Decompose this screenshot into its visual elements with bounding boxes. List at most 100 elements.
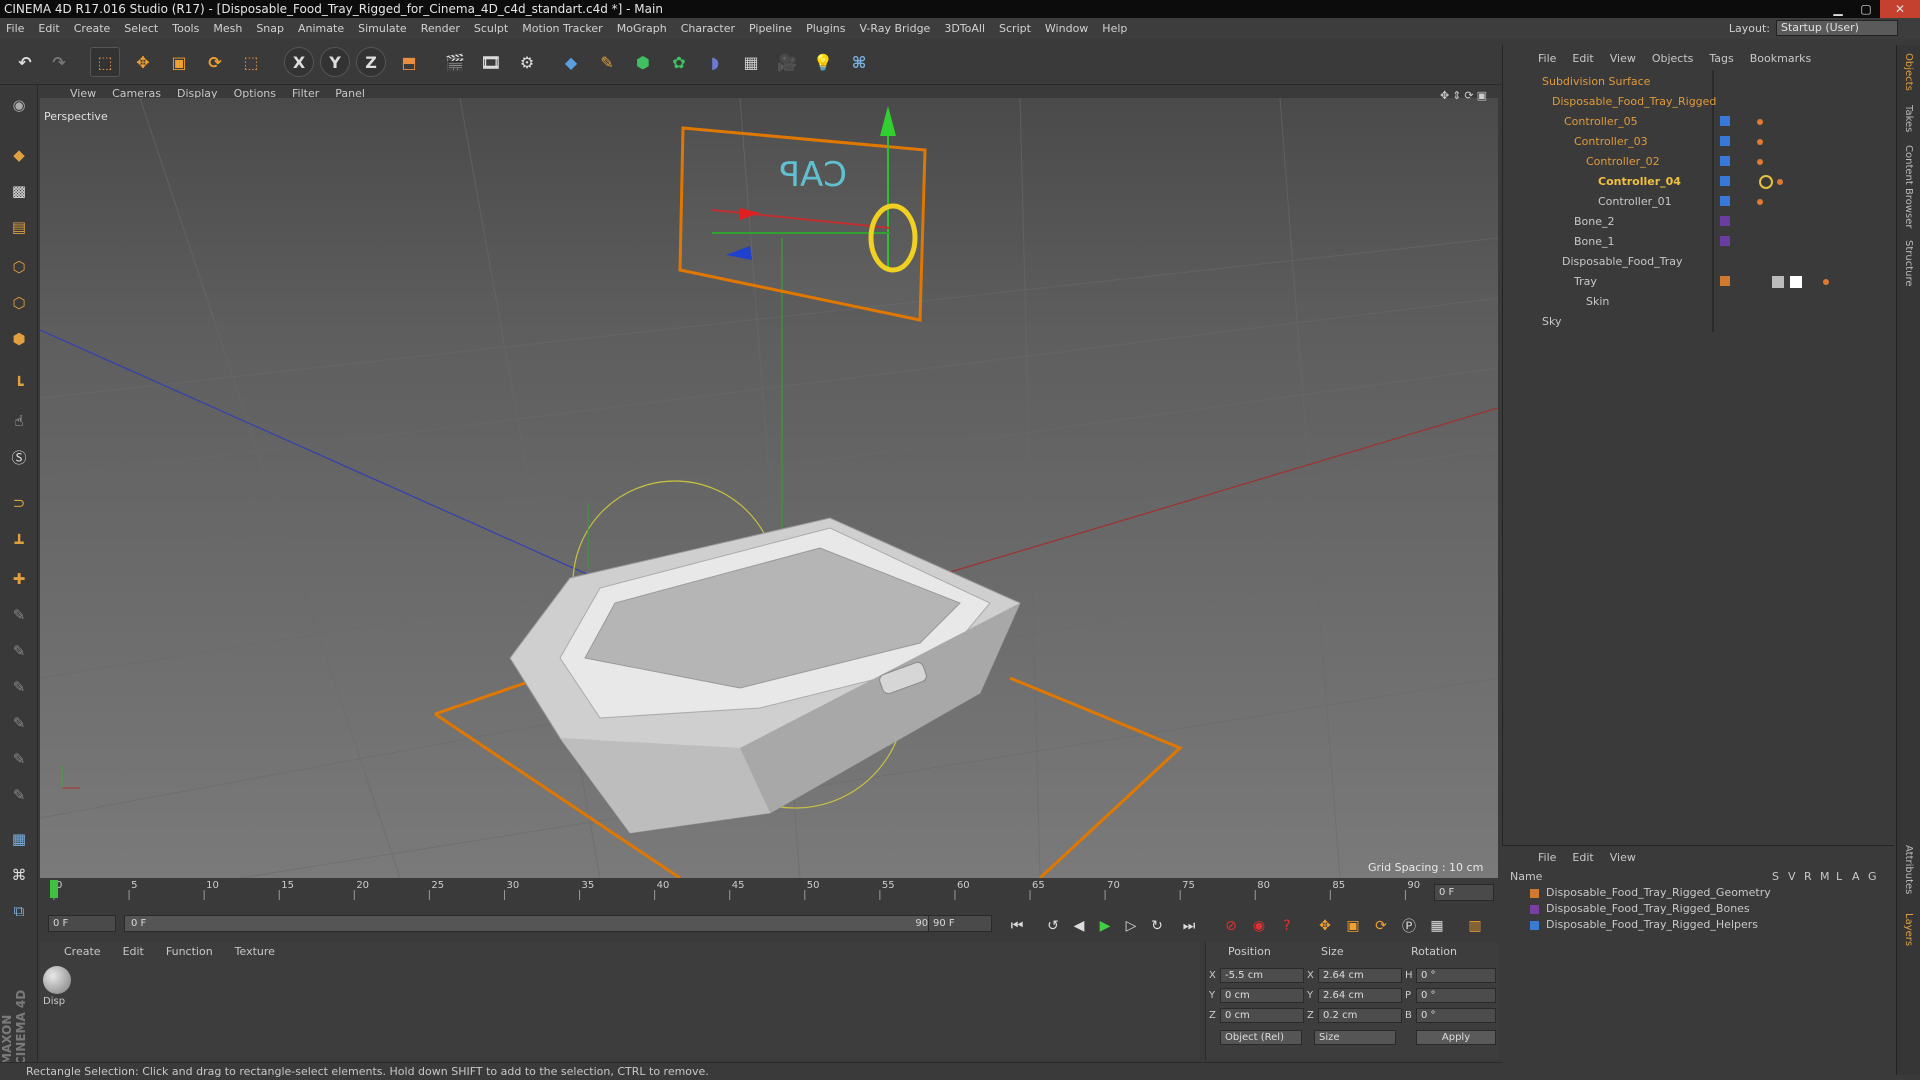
points-mode-icon[interactable]: ⬡: [4, 253, 34, 281]
layout-dropdown[interactable]: Startup (User): [1776, 20, 1898, 36]
model-mode-icon[interactable]: ◆: [4, 141, 34, 169]
timeline-window-icon[interactable]: ▥: [1464, 915, 1486, 937]
key-rotation-icon[interactable]: ⟳: [1370, 915, 1392, 937]
menu-mesh[interactable]: Mesh: [213, 22, 242, 35]
edges-mode-icon[interactable]: ⬡: [4, 289, 34, 317]
maximize-icon[interactable]: ▢: [1852, 0, 1880, 18]
workplane-icon[interactable]: ▤: [4, 213, 34, 241]
magnet-icon[interactable]: ⊃: [4, 489, 34, 517]
rot-h-field[interactable]: 0 °: [1416, 968, 1496, 983]
menu-vray-bridge[interactable]: V-Ray Bridge: [859, 22, 930, 35]
material-menu-function[interactable]: Function: [166, 945, 213, 958]
current-frame-field[interactable]: 0 F: [1434, 884, 1494, 901]
material-menu-edit[interactable]: Edit: [123, 945, 144, 958]
menu-file[interactable]: File: [6, 22, 24, 35]
last-tool-icon[interactable]: ⬚: [236, 47, 266, 77]
menu-animate[interactable]: Animate: [298, 22, 344, 35]
floor-icon[interactable]: ▦: [736, 47, 766, 77]
rotate-icon[interactable]: ⟳: [200, 47, 230, 77]
key-pla-icon[interactable]: ▦: [1426, 915, 1448, 937]
menu-motion-tracker[interactable]: Motion Tracker: [522, 22, 602, 35]
render-picture-viewer-icon[interactable]: 🎞: [476, 47, 506, 77]
end-frame-field[interactable]: 90 F: [928, 915, 992, 932]
python-script-icon[interactable]: ⧉: [4, 897, 34, 925]
menu-3dtoall[interactable]: 3DToAll: [944, 22, 985, 35]
light-icon[interactable]: 💡: [808, 47, 838, 77]
paint-tool-5-icon[interactable]: ✎: [4, 745, 34, 773]
render-settings-icon[interactable]: ⚙: [512, 47, 542, 77]
goto-end-icon[interactable]: ⏭: [1178, 915, 1200, 937]
apply-button[interactable]: Apply: [1416, 1030, 1496, 1045]
material-menu-create[interactable]: Create: [64, 945, 101, 958]
paint-tool-2-icon[interactable]: ✎: [4, 637, 34, 665]
material-menu-texture[interactable]: Texture: [235, 945, 275, 958]
start-frame-field[interactable]: 0 F: [48, 915, 116, 932]
snap-icon[interactable]: Ⓢ: [4, 443, 34, 471]
camera-icon[interactable]: 🎥: [772, 47, 802, 77]
next-frame-icon[interactable]: ▷: [1120, 915, 1142, 937]
objmgr-menu-bookmarks[interactable]: Bookmarks: [1750, 52, 1811, 65]
scale-icon[interactable]: ▣: [164, 47, 194, 77]
previous-frame-icon[interactable]: ◀: [1068, 915, 1090, 937]
layer-menu-edit[interactable]: Edit: [1572, 851, 1593, 864]
render-view-icon[interactable]: 🎬: [440, 47, 470, 77]
deformer-icon[interactable]: ◗: [700, 47, 730, 77]
redo-icon[interactable]: ↷: [44, 47, 74, 77]
menu-create[interactable]: Create: [74, 22, 111, 35]
objmgr-menu-view[interactable]: View: [1610, 52, 1636, 65]
quick-axis-icon[interactable]: ┻: [4, 529, 34, 557]
layer-row[interactable]: Disposable_Food_Tray_Rigged_Helpers: [1506, 917, 1886, 933]
tab-objects[interactable]: Objects: [1903, 53, 1914, 91]
menu-help[interactable]: Help: [1102, 22, 1127, 35]
size-x-field[interactable]: 2.64 cm: [1318, 968, 1402, 983]
undo-icon[interactable]: ↶: [10, 47, 40, 77]
menu-pipeline[interactable]: Pipeline: [749, 22, 792, 35]
subdivision-icon[interactable]: ⬢: [628, 47, 658, 77]
menu-mograph[interactable]: MoGraph: [617, 22, 667, 35]
rectangle-selection-icon[interactable]: ⬚: [90, 47, 120, 77]
python-generator-icon[interactable]: ⌘: [4, 861, 34, 889]
size-mode-dropdown[interactable]: Size: [1314, 1030, 1396, 1045]
z-axis-icon[interactable]: Z: [356, 47, 386, 77]
menu-select[interactable]: Select: [124, 22, 158, 35]
rot-p-field[interactable]: 0 °: [1416, 988, 1496, 1003]
close-icon[interactable]: ✕: [1880, 0, 1920, 18]
tab-takes[interactable]: Takes: [1903, 105, 1914, 132]
menu-character[interactable]: Character: [681, 22, 735, 35]
pos-z-field[interactable]: 0 cm: [1220, 1008, 1304, 1023]
menu-sculpt[interactable]: Sculpt: [474, 22, 508, 35]
layer-menu-view[interactable]: View: [1610, 851, 1636, 864]
record-icon[interactable]: ⊘: [1220, 915, 1242, 937]
cube-icon[interactable]: ◆: [556, 47, 586, 77]
tab-structure[interactable]: Structure: [1903, 240, 1914, 287]
size-z-field[interactable]: 0.2 cm: [1318, 1008, 1402, 1023]
grid-lock-icon[interactable]: ▦: [4, 825, 34, 853]
move-icon[interactable]: ✥: [128, 47, 158, 77]
size-y-field[interactable]: 2.64 cm: [1318, 988, 1402, 1003]
texture-mode-icon[interactable]: ▩: [4, 177, 34, 205]
objmgr-menu-edit[interactable]: Edit: [1572, 52, 1593, 65]
frame-range-slider[interactable]: 0 F 90 F: [124, 915, 954, 932]
pos-y-field[interactable]: 0 cm: [1220, 988, 1304, 1003]
3d-viewport[interactable]: CAP: [40, 98, 1498, 878]
pen-spline-icon[interactable]: ✎: [592, 47, 622, 77]
keyframe-selection-icon[interactable]: ?: [1276, 915, 1298, 937]
autokey-icon[interactable]: ◉: [1248, 915, 1270, 937]
timeline[interactable]: 0 5 10 15 20 25 30 35 40 45 50 55 60 65 70 75 80 85 90 0 F: [40, 878, 1498, 914]
objmgr-menu-file[interactable]: File: [1538, 52, 1556, 65]
next-key-icon[interactable]: ↻: [1146, 915, 1168, 937]
paint-tool-4-icon[interactable]: ✎: [4, 709, 34, 737]
array-icon[interactable]: ✿: [664, 47, 694, 77]
tweak-mode-icon[interactable]: ☝: [4, 407, 34, 435]
layer-row[interactable]: Disposable_Food_Tray_Rigged_Geometry: [1506, 885, 1886, 901]
polygons-mode-icon[interactable]: ⬢: [4, 325, 34, 353]
menu-window[interactable]: Window: [1045, 22, 1088, 35]
menu-render[interactable]: Render: [421, 22, 460, 35]
menu-edit[interactable]: Edit: [38, 22, 59, 35]
menu-snap[interactable]: Snap: [256, 22, 284, 35]
paint-tool-3-icon[interactable]: ✎: [4, 673, 34, 701]
tab-attributes[interactable]: Attributes: [1903, 845, 1914, 894]
y-axis-icon[interactable]: Y: [320, 47, 350, 77]
layer-row[interactable]: Disposable_Food_Tray_Rigged_Bones: [1506, 901, 1886, 917]
key-position-icon[interactable]: ✥: [1314, 915, 1336, 937]
